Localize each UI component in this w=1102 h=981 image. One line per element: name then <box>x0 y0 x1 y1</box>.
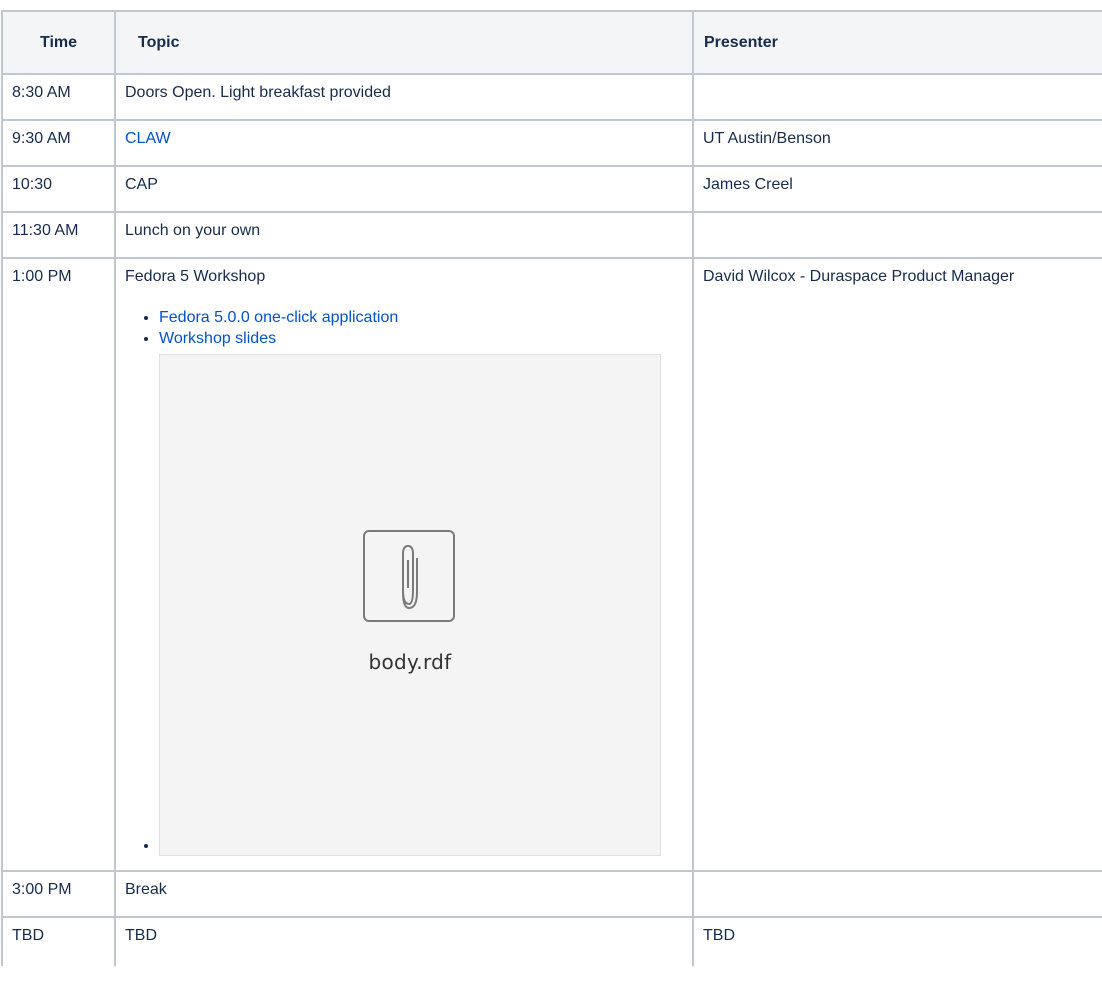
fedora-app-link[interactable]: Fedora 5.0.0 one-click application <box>159 309 398 326</box>
time-cell: 10:30 <box>1 165 116 213</box>
presenter-cell: UT Austin/Benson <box>692 119 1102 167</box>
table-row: 3:00 PM Break <box>1 870 1102 918</box>
header-time[interactable]: Time <box>1 10 116 75</box>
table-row: 1:00 PM Fedora 5 Workshop Fedora 5.0.0 o… <box>1 257 1102 872</box>
table-row: 11:30 AM Lunch on your own <box>1 211 1102 259</box>
time-cell: 9:30 AM <box>1 119 116 167</box>
workshop-links-list: Fedora 5.0.0 one-click application Works… <box>125 307 683 856</box>
list-item: Workshop slides <box>159 328 683 349</box>
time-cell: 8:30 AM <box>1 73 116 121</box>
presenter-cell <box>692 870 1102 918</box>
topic-cell: Break <box>114 870 694 918</box>
topic-title: Fedora 5 Workshop <box>125 268 266 285</box>
topic-cell: Doors Open. Light breakfast provided <box>114 73 694 121</box>
claw-link[interactable]: CLAW <box>125 130 171 147</box>
paperclip-icon <box>363 530 455 622</box>
presenter-cell: David Wilcox - Duraspace Product Manager <box>692 257 1102 872</box>
time-cell: 1:00 PM <box>1 257 116 872</box>
header-topic[interactable]: Topic <box>114 10 694 75</box>
topic-cell: Fedora 5 Workshop Fedora 5.0.0 one-click… <box>114 257 694 872</box>
topic-cell: Lunch on your own <box>114 211 694 259</box>
table-row: 8:30 AM Doors Open. Light breakfast prov… <box>1 73 1102 121</box>
agenda-table: Time Topic Presenter 8:30 AM Doors Open.… <box>1 10 1102 966</box>
presenter-cell <box>692 73 1102 121</box>
table-row: 10:30 CAP James Creel <box>1 165 1102 213</box>
presenter-cell: TBD <box>692 916 1102 966</box>
topic-cell: CLAW <box>114 119 694 167</box>
attachment-preview[interactable]: body.rdf <box>159 354 661 856</box>
table-header-row: Time Topic Presenter <box>1 10 1102 75</box>
attachment-filename: body.rdf <box>368 650 452 674</box>
time-cell: 3:00 PM <box>1 870 116 918</box>
list-item: body.rdf <box>159 349 683 856</box>
presenter-cell <box>692 211 1102 259</box>
time-cell: 11:30 AM <box>1 211 116 259</box>
header-presenter[interactable]: Presenter <box>692 10 1102 75</box>
presenter-cell: James Creel <box>692 165 1102 213</box>
table-row: TBD TBD TBD <box>1 916 1102 966</box>
time-cell: TBD <box>1 916 116 966</box>
topic-cell: TBD <box>114 916 694 966</box>
table-row: 9:30 AM CLAW UT Austin/Benson <box>1 119 1102 167</box>
workshop-slides-link[interactable]: Workshop slides <box>159 330 276 347</box>
topic-cell: CAP <box>114 165 694 213</box>
page: Time Topic Presenter 8:30 AM Doors Open.… <box>0 0 1102 981</box>
list-item: Fedora 5.0.0 one-click application <box>159 307 683 328</box>
